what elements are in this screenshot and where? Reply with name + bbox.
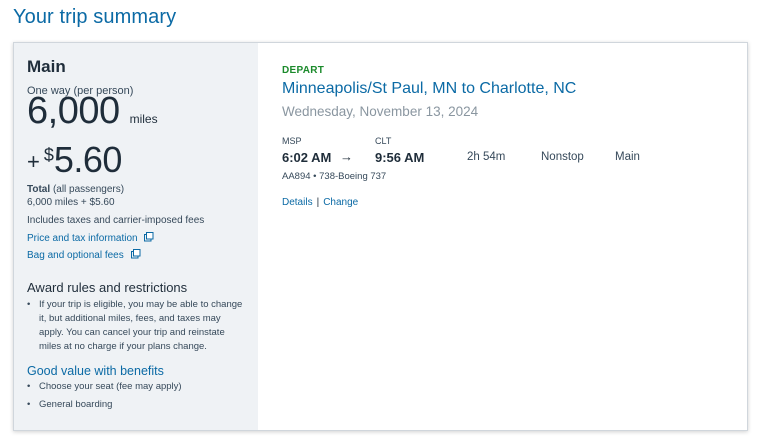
flight-duration: 2h 54m	[467, 151, 506, 163]
total-label-suffix: (all passengers)	[52, 184, 125, 195]
currency-symbol: $	[43, 145, 54, 165]
benefit-text: General boarding	[39, 399, 113, 410]
miles-price: 6,000 miles	[27, 90, 158, 133]
award-rule-text: If your trip is eligible, you may be abl…	[39, 299, 243, 352]
price-tax-info-label: Price and tax information	[27, 233, 138, 244]
flight-actions: Details | Change	[282, 197, 358, 208]
benefits-title: Good value with benefits	[27, 364, 164, 378]
benefit-text: Choose your seat (fee may apply)	[39, 381, 182, 392]
link-separator: |	[316, 197, 320, 208]
bullet: •	[27, 381, 31, 392]
cabin-name: Main	[27, 57, 66, 76]
total-label-bold: Total	[27, 184, 51, 195]
flight-number-aircraft: AA894 • 738-Boeing 737	[282, 171, 387, 182]
miles-unit: miles	[129, 112, 158, 126]
bullet: •	[27, 299, 31, 310]
external-link-icon	[144, 232, 154, 245]
details-link[interactable]: Details	[282, 197, 313, 208]
route-title: Minneapolis/St Paul, MN to Charlotte, NC	[282, 80, 577, 97]
award-rules-title: Award rules and restrictions	[27, 280, 188, 295]
bag-fees-label: Bag and optional fees	[27, 250, 124, 261]
total-value: 6,000 miles + $5.60	[27, 197, 115, 208]
cabin-class: Main	[615, 151, 640, 163]
right-arrow-icon: →	[340, 149, 353, 164]
list-item: • General boarding	[27, 399, 112, 410]
external-link-icon	[130, 249, 141, 262]
bullet: •	[27, 399, 31, 410]
stops-label: Nonstop	[541, 151, 584, 163]
total-label: Total (all passengers)	[27, 184, 124, 195]
page-title: Your trip summary	[13, 6, 177, 28]
flight-details: DEPART Minneapolis/St Paul, MN to Charlo…	[282, 43, 742, 430]
depart-time: 6:02 AM	[282, 150, 332, 165]
list-item: • Choose your seat (fee may apply)	[27, 381, 182, 392]
list-item: • If your trip is eligible, you may be a…	[27, 298, 247, 354]
cash-amount: 5.60	[53, 139, 123, 180]
miles-amount: 6,000	[27, 90, 120, 132]
bag-fees-link[interactable]: Bag and optional fees	[27, 249, 141, 262]
price-tax-info-link[interactable]: Price and tax information	[27, 232, 154, 245]
award-rules-list: • If your trip is eligible, you may be a…	[27, 298, 247, 354]
change-link[interactable]: Change	[323, 197, 358, 208]
depart-label: DEPART	[282, 65, 325, 76]
includes-fees-text: Includes taxes and carrier-imposed fees	[27, 215, 205, 226]
fare-panel: Main One way (per person) 6,000 miles + …	[14, 43, 258, 430]
arrive-time: 9:56 AM	[375, 150, 425, 165]
destination-code: CLT	[375, 136, 392, 146]
trip-summary-card: Main One way (per person) 6,000 miles + …	[13, 42, 748, 431]
origin-code: MSP	[282, 136, 302, 146]
plus-sign: +	[27, 149, 40, 174]
flight-date: Wednesday, November 13, 2024	[282, 104, 479, 119]
cash-price: + $ 5.60	[27, 139, 122, 181]
